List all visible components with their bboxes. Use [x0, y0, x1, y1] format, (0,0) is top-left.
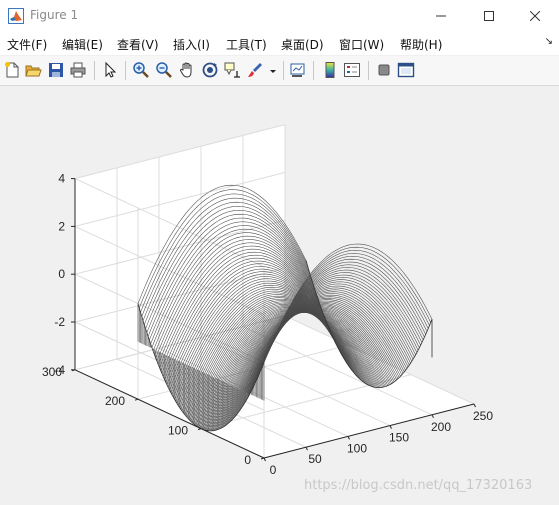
z-tick-label: -2 [54, 315, 65, 329]
new-figure-icon[interactable] [3, 61, 21, 79]
z-tick-label: 2 [58, 219, 65, 233]
y-tick-label: 200 [105, 394, 125, 408]
brush-icon[interactable] [246, 61, 264, 79]
menu-help[interactable]: 帮助(H) [400, 36, 442, 53]
z-tick-label: 4 [58, 172, 65, 186]
toolbar-separator [94, 61, 95, 80]
x-tick-label: 0 [270, 463, 277, 477]
maximize-button[interactable] [466, 0, 512, 32]
x-tick-label: 50 [308, 452, 322, 466]
z-tick-label: 0 [58, 267, 65, 281]
pan-hand-icon[interactable] [178, 61, 196, 79]
title-bar: Figure 1 [0, 0, 559, 32]
x-tick-mark [305, 446, 308, 451]
y-tick-label: 100 [168, 424, 188, 438]
x-tick-mark [431, 414, 434, 419]
toolbar-separator [283, 61, 284, 80]
x-tick-label: 100 [347, 441, 367, 455]
zoom-in-icon[interactable] [132, 61, 150, 79]
minimize-button[interactable] [418, 0, 464, 32]
legend-icon[interactable] [343, 61, 361, 79]
figure-canvas[interactable]: 0501001502002500100200300-4-2024 [0, 86, 559, 505]
rotate-3d-icon[interactable] [201, 61, 219, 79]
zoom-out-icon[interactable] [155, 61, 173, 79]
y-tick-mark [197, 428, 202, 431]
matlab-app-icon [8, 8, 24, 24]
figure-toolbar [0, 56, 559, 86]
menu-edit[interactable]: 编辑(E) [62, 36, 103, 53]
menu-view[interactable]: 查看(V) [117, 36, 159, 53]
close-button[interactable] [512, 0, 558, 32]
menu-window[interactable]: 窗口(W) [339, 36, 384, 53]
window-title: Figure 1 [30, 8, 79, 22]
y-tick-mark [134, 398, 139, 401]
open-file-icon[interactable] [24, 61, 42, 79]
toolbar-separator [125, 61, 126, 80]
x-tick-label: 200 [431, 420, 451, 434]
watermark-text: https://blog.csdn.net/qq_17320163 [304, 478, 533, 493]
z-tick-label: -4 [54, 363, 65, 377]
x-tick-mark [347, 436, 350, 440]
toolbar-separator [368, 61, 369, 80]
save-icon[interactable] [47, 61, 65, 79]
x-tick-label: 250 [473, 409, 493, 423]
link-plot-icon[interactable] [289, 61, 307, 79]
y-tick-label: 0 [244, 453, 251, 467]
menu-tools[interactable]: 工具(T) [226, 36, 267, 53]
toolbar-separator [313, 61, 314, 80]
brush-dropdown-icon[interactable] [268, 61, 278, 79]
menu-file[interactable]: 文件(F) [7, 36, 47, 53]
hide-plot-tools-icon[interactable] [375, 61, 393, 79]
show-plot-tools-icon[interactable] [397, 61, 415, 79]
menu-dock-arrow-icon[interactable]: ↘ [545, 36, 553, 47]
minimize-icon [436, 15, 446, 17]
x-tick-mark [263, 457, 266, 462]
close-icon [530, 11, 540, 21]
colorbar-icon[interactable] [321, 61, 339, 79]
maximize-icon [484, 11, 494, 21]
menu-bar: 文件(F) 编辑(E) 查看(V) 插入(I) 工具(T) 桌面(D) 窗口(W… [0, 32, 559, 55]
x-tick-mark [389, 425, 392, 429]
menu-insert[interactable]: 插入(I) [173, 36, 210, 53]
data-cursor-icon[interactable] [223, 61, 241, 79]
menu-desktop[interactable]: 桌面(D) [281, 36, 324, 53]
x-tick-mark [473, 403, 476, 408]
print-icon[interactable] [69, 61, 87, 79]
y-tick-mark [260, 457, 265, 460]
edit-plot-arrow-icon[interactable] [101, 61, 119, 79]
x-tick-label: 150 [389, 431, 409, 445]
